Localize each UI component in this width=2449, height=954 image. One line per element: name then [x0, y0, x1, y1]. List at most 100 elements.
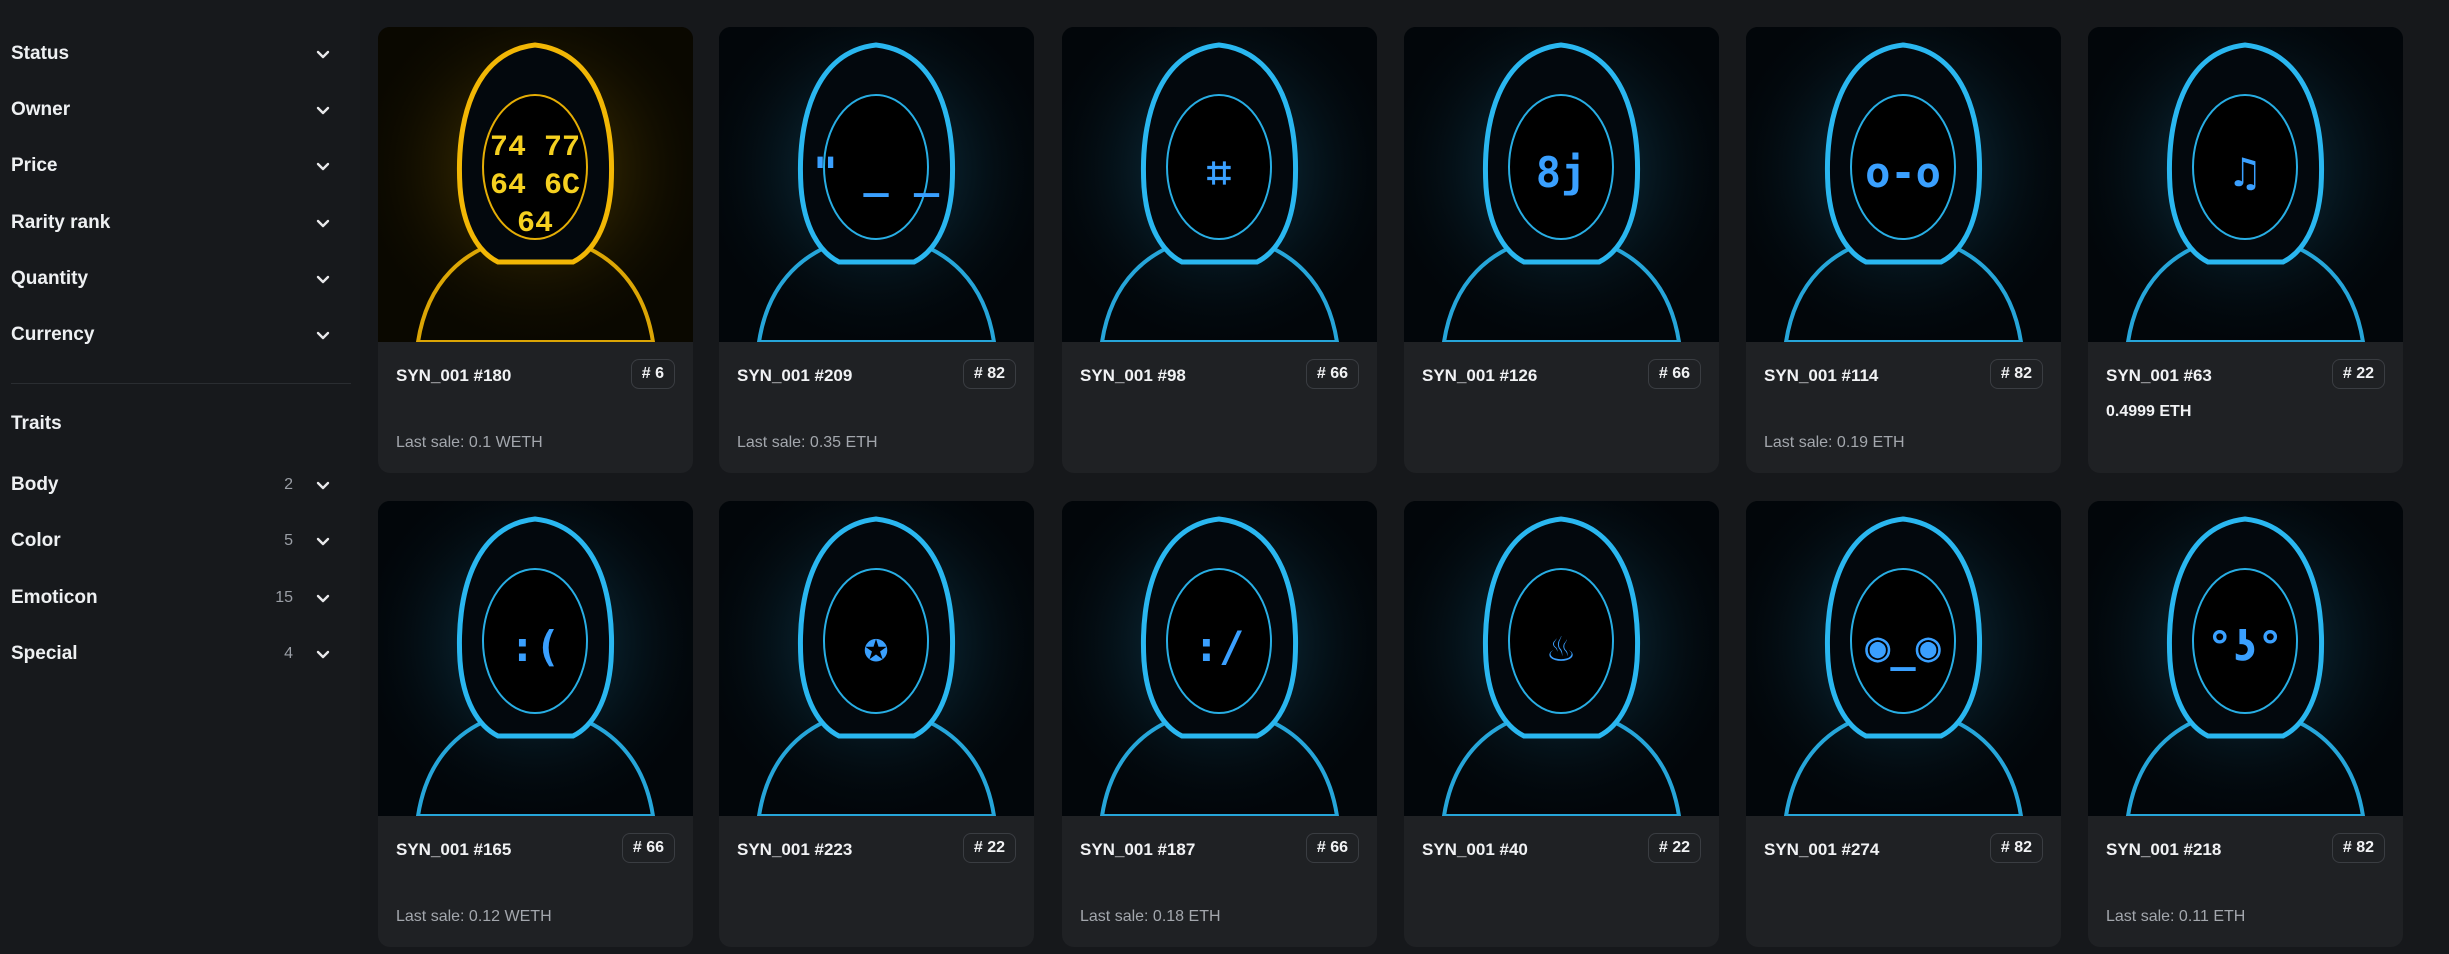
rarity-rank-badge: # 66	[1305, 359, 1359, 389]
filter-status[interactable]: Status	[11, 34, 331, 74]
nft-card[interactable]: ✪ SYN_001 #223 # 22	[719, 501, 1034, 947]
last-sale: Last sale: 0.18 ETH	[1080, 908, 1221, 925]
rarity-rank-badge: # 82	[2331, 833, 2385, 863]
nft-card[interactable]: 74 77 64 6C 64 SYN_001 #180 # 6 Last sale: 0.…	[378, 27, 693, 473]
nft-name: SYN_001 #40	[1422, 840, 1528, 859]
trait-label: Emoticon	[11, 587, 98, 608]
face-emoticon: " _ _	[813, 148, 940, 197]
trait-label: Color	[11, 530, 61, 551]
rarity-rank-badge: # 66	[621, 833, 675, 863]
chevron-down-icon	[315, 327, 331, 343]
nft-card[interactable]: :/ SYN_001 #187 # 66 Last sale: 0.18 ETH	[1062, 501, 1377, 947]
filter-label: Quantity	[11, 268, 89, 289]
face-emoticon: ♫	[2232, 148, 2257, 197]
filter-currency[interactable]: Currency	[11, 315, 331, 355]
nft-name: SYN_001 #114	[1764, 366, 1879, 385]
nft-name: SYN_001 #98	[1080, 366, 1186, 385]
filter-sidebar: Status Owner Price Rarity rank Quantity Curre…	[0, 0, 360, 954]
nft-name: SYN_001 #180	[396, 366, 512, 385]
rarity-rank-badge: # 22	[962, 833, 1016, 863]
face-emoticon: ◉_◉	[1865, 622, 1942, 671]
rarity-rank-badge: # 66	[1647, 359, 1701, 389]
chevron-down-icon	[315, 590, 331, 606]
nft-card[interactable]: o-o SYN_001 #114 # 82 Last sale: 0.19 ETH	[1746, 27, 2061, 473]
last-sale: Last sale: 0.1 WETH	[396, 434, 543, 451]
rarity-rank-badge: # 66	[1305, 833, 1359, 863]
chevron-down-icon	[315, 477, 331, 493]
svg-text:64 6C: 64 6C	[490, 169, 580, 203]
face-emoticon: :(	[510, 622, 561, 671]
nft-card[interactable]: 8j SYN_001 #126 # 66	[1404, 27, 1719, 473]
filter-price[interactable]: Price	[11, 146, 331, 186]
chevron-down-icon	[315, 102, 331, 118]
nft-name: SYN_001 #126	[1422, 366, 1538, 385]
face-emoticon: :/	[1194, 622, 1245, 671]
nft-name: SYN_001 #223	[737, 840, 853, 859]
chevron-down-icon	[315, 215, 331, 231]
nft-image[interactable]: °ʖ°	[2088, 501, 2403, 816]
trait-emoticon[interactable]: Emoticon 15	[11, 578, 331, 618]
rarity-rank-badge: # 22	[1647, 833, 1701, 863]
chevron-down-icon	[315, 646, 331, 662]
nft-image[interactable]: o-o	[1746, 27, 2061, 342]
filter-label: Owner	[11, 99, 71, 120]
nft-name: SYN_001 #218	[2106, 840, 2222, 859]
nft-image[interactable]: " _ _	[719, 27, 1034, 342]
chevron-down-icon	[315, 158, 331, 174]
trait-special[interactable]: Special 4	[11, 634, 331, 674]
rarity-rank-badge: # 82	[1989, 359, 2043, 389]
nft-name: SYN_001 #63	[2106, 366, 2212, 385]
svg-text:64: 64	[517, 207, 553, 241]
nft-card[interactable]: ◉_◉ SYN_001 #274 # 82	[1746, 501, 2061, 947]
filter-label: Rarity rank	[11, 212, 111, 233]
filter-label: Price	[11, 155, 58, 176]
nft-image[interactable]: 8j	[1404, 27, 1719, 342]
trait-label: Special	[11, 643, 78, 664]
sidebar-divider	[11, 383, 351, 384]
last-sale: Last sale: 0.19 ETH	[1764, 434, 1905, 451]
nft-image[interactable]: ⌗	[1062, 27, 1377, 342]
nft-card[interactable]: ♨ SYN_001 #40 # 22	[1404, 501, 1719, 947]
trait-color[interactable]: Color 5	[11, 521, 331, 561]
nft-name: SYN_001 #165	[396, 840, 512, 859]
trait-body[interactable]: Body 2	[11, 465, 331, 505]
rarity-rank-badge: # 22	[2331, 359, 2385, 389]
nft-card[interactable]: ♫ SYN_001 #63 # 22 0.4999 ETH	[2088, 27, 2403, 473]
rarity-rank-badge: # 82	[1989, 833, 2043, 863]
filter-quantity[interactable]: Quantity	[11, 259, 331, 299]
nft-card[interactable]: °ʖ° SYN_001 #218 # 82 Last sale: 0.11 ETH	[2088, 501, 2403, 947]
nft-image[interactable]: ◉_◉	[1746, 501, 2061, 816]
nft-name: SYN_001 #209	[737, 366, 853, 385]
face-emoticon: ♨	[1548, 622, 1573, 671]
filter-owner[interactable]: Owner	[11, 90, 331, 130]
svg-text:74 77: 74 77	[490, 131, 580, 165]
nft-image[interactable]: :(	[378, 501, 693, 816]
nft-image[interactable]: 74 77 64 6C 64	[378, 27, 693, 342]
face-emoticon: ⌗	[1207, 148, 1231, 197]
nft-image[interactable]: ✪	[719, 501, 1034, 816]
last-sale: Last sale: 0.12 WETH	[396, 908, 552, 925]
nft-image[interactable]: :/	[1062, 501, 1377, 816]
trait-count: 4	[284, 645, 293, 662]
face-emoticon: o-o	[1865, 148, 1941, 197]
trait-count: 15	[275, 589, 293, 606]
nft-name: SYN_001 #274	[1764, 840, 1880, 859]
face-emoticon: °ʖ°	[2207, 622, 2283, 671]
filter-rarity-rank[interactable]: Rarity rank	[11, 203, 331, 243]
nft-price: 0.4999 ETH	[2106, 403, 2192, 420]
face-emoticon: ✪	[863, 622, 888, 671]
rarity-rank-badge: # 82	[962, 359, 1016, 389]
nft-image[interactable]: ♨	[1404, 501, 1719, 816]
chevron-down-icon	[315, 46, 331, 62]
nft-card[interactable]: ⌗ SYN_001 #98 # 66	[1062, 27, 1377, 473]
chevron-down-icon	[315, 271, 331, 287]
trait-count: 2	[284, 476, 293, 493]
last-sale: Last sale: 0.11 ETH	[2106, 908, 2246, 925]
nft-name: SYN_001 #187	[1080, 840, 1196, 859]
nft-card[interactable]: :( SYN_001 #165 # 66 Last sale: 0.12 WETH	[378, 501, 693, 947]
nft-card[interactable]: " _ _ SYN_001 #209 # 82 Last sale: 0.35 ETH	[719, 27, 1034, 473]
filter-label: Currency	[11, 324, 95, 345]
nft-image[interactable]: ♫	[2088, 27, 2403, 342]
trait-count: 5	[284, 532, 293, 549]
trait-label: Body	[11, 474, 59, 495]
